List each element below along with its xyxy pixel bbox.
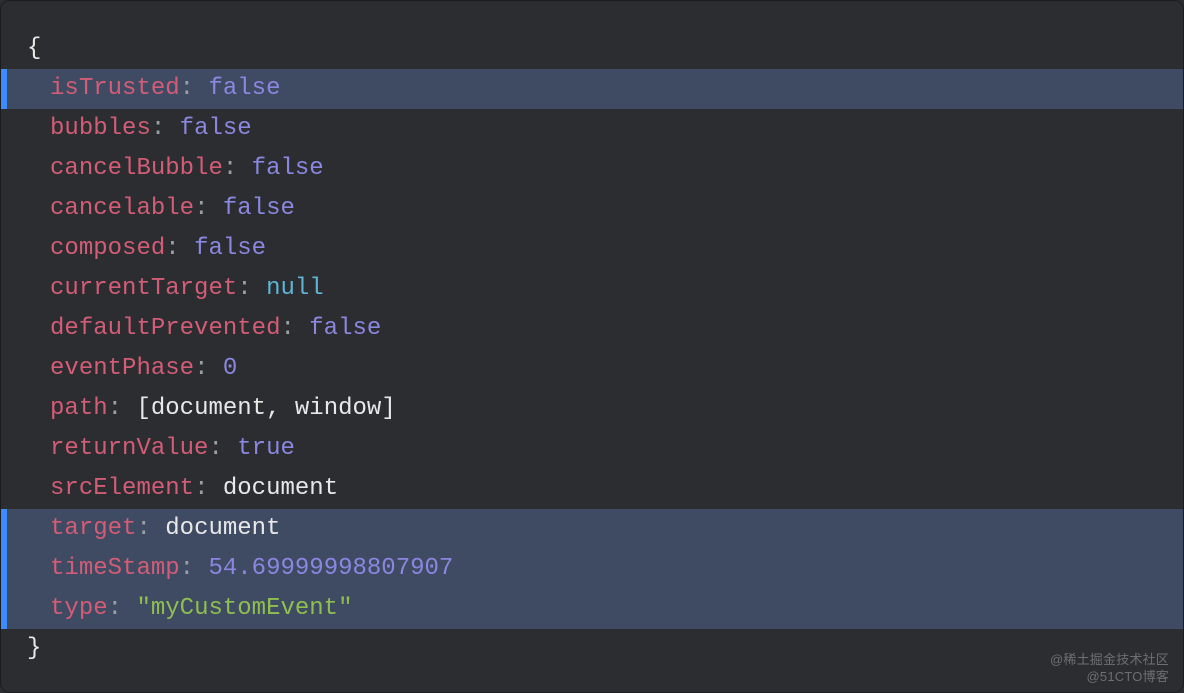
- colon: :: [194, 469, 223, 509]
- prop-value: false: [309, 309, 381, 349]
- prop-value: false: [223, 189, 295, 229]
- prop-key: returnValue: [50, 429, 208, 469]
- code-line: isTrusted: false: [1, 69, 1183, 109]
- prop-key: composed: [50, 229, 165, 269]
- prop-key: currentTarget: [50, 269, 237, 309]
- prop-key: cancelable: [50, 189, 194, 229]
- colon: :: [194, 349, 223, 389]
- code-line: composed: false: [1, 229, 1183, 269]
- prop-value: 0: [223, 349, 237, 389]
- code-line: returnValue: true: [1, 429, 1183, 469]
- colon: :: [180, 549, 209, 589]
- array-separator: ,: [266, 389, 295, 429]
- prop-key: eventPhase: [50, 349, 194, 389]
- code-line: target: document: [1, 509, 1183, 549]
- code-line: bubbles: false: [1, 109, 1183, 149]
- prop-key: path: [50, 389, 108, 429]
- prop-value: true: [237, 429, 295, 469]
- prop-value: false: [208, 69, 280, 109]
- colon: :: [194, 189, 223, 229]
- code-line: cancelBubble: false: [1, 149, 1183, 189]
- array-close-bracket-icon: ]: [381, 389, 395, 429]
- prop-value: document: [223, 469, 338, 509]
- prop-value: null: [266, 269, 324, 309]
- prop-key: timeStamp: [50, 549, 180, 589]
- prop-key: target: [50, 509, 136, 549]
- code-panel: { isTrusted: falsebubbles: falsecancelBu…: [0, 0, 1184, 693]
- prop-key: srcElement: [50, 469, 194, 509]
- prop-value: document: [165, 509, 280, 549]
- brace-open: {: [27, 29, 41, 69]
- code-line: srcElement: document: [1, 469, 1183, 509]
- colon: :: [223, 149, 252, 189]
- prop-value: false: [180, 109, 252, 149]
- colon: :: [180, 69, 209, 109]
- colon: :: [108, 589, 137, 629]
- colon: :: [165, 229, 194, 269]
- colon: :: [237, 269, 266, 309]
- array-item: window: [295, 389, 381, 429]
- prop-value: "myCustomEvent": [136, 589, 352, 629]
- code-line: path: [document, window]: [1, 389, 1183, 429]
- colon: :: [208, 429, 237, 469]
- prop-key: cancelBubble: [50, 149, 223, 189]
- prop-key: defaultPrevented: [50, 309, 280, 349]
- code-line: currentTarget: null: [1, 269, 1183, 309]
- colon: :: [151, 109, 180, 149]
- array-item: document: [151, 389, 266, 429]
- code-line-host: isTrusted: falsebubbles: falsecancelBubb…: [1, 69, 1183, 629]
- prop-key: type: [50, 589, 108, 629]
- code-line-open-brace: {: [1, 29, 1183, 69]
- array-open-bracket-icon: [: [136, 389, 150, 429]
- brace-close: }: [27, 629, 41, 669]
- prop-key: isTrusted: [50, 69, 180, 109]
- code-line: type: "myCustomEvent": [1, 589, 1183, 629]
- prop-value: false: [252, 149, 324, 189]
- code-line: cancelable: false: [1, 189, 1183, 229]
- prop-key: bubbles: [50, 109, 151, 149]
- code-line: timeStamp: 54.69999998807907: [1, 549, 1183, 589]
- code-line: eventPhase: 0: [1, 349, 1183, 389]
- colon: :: [136, 509, 165, 549]
- code-line-close-brace: }: [1, 629, 1183, 669]
- watermark-line-2: @51CTO博客: [1050, 668, 1169, 686]
- colon: :: [280, 309, 309, 349]
- prop-value: false: [194, 229, 266, 269]
- colon: :: [108, 389, 137, 429]
- prop-value: 54.69999998807907: [208, 549, 453, 589]
- code-line: defaultPrevented: false: [1, 309, 1183, 349]
